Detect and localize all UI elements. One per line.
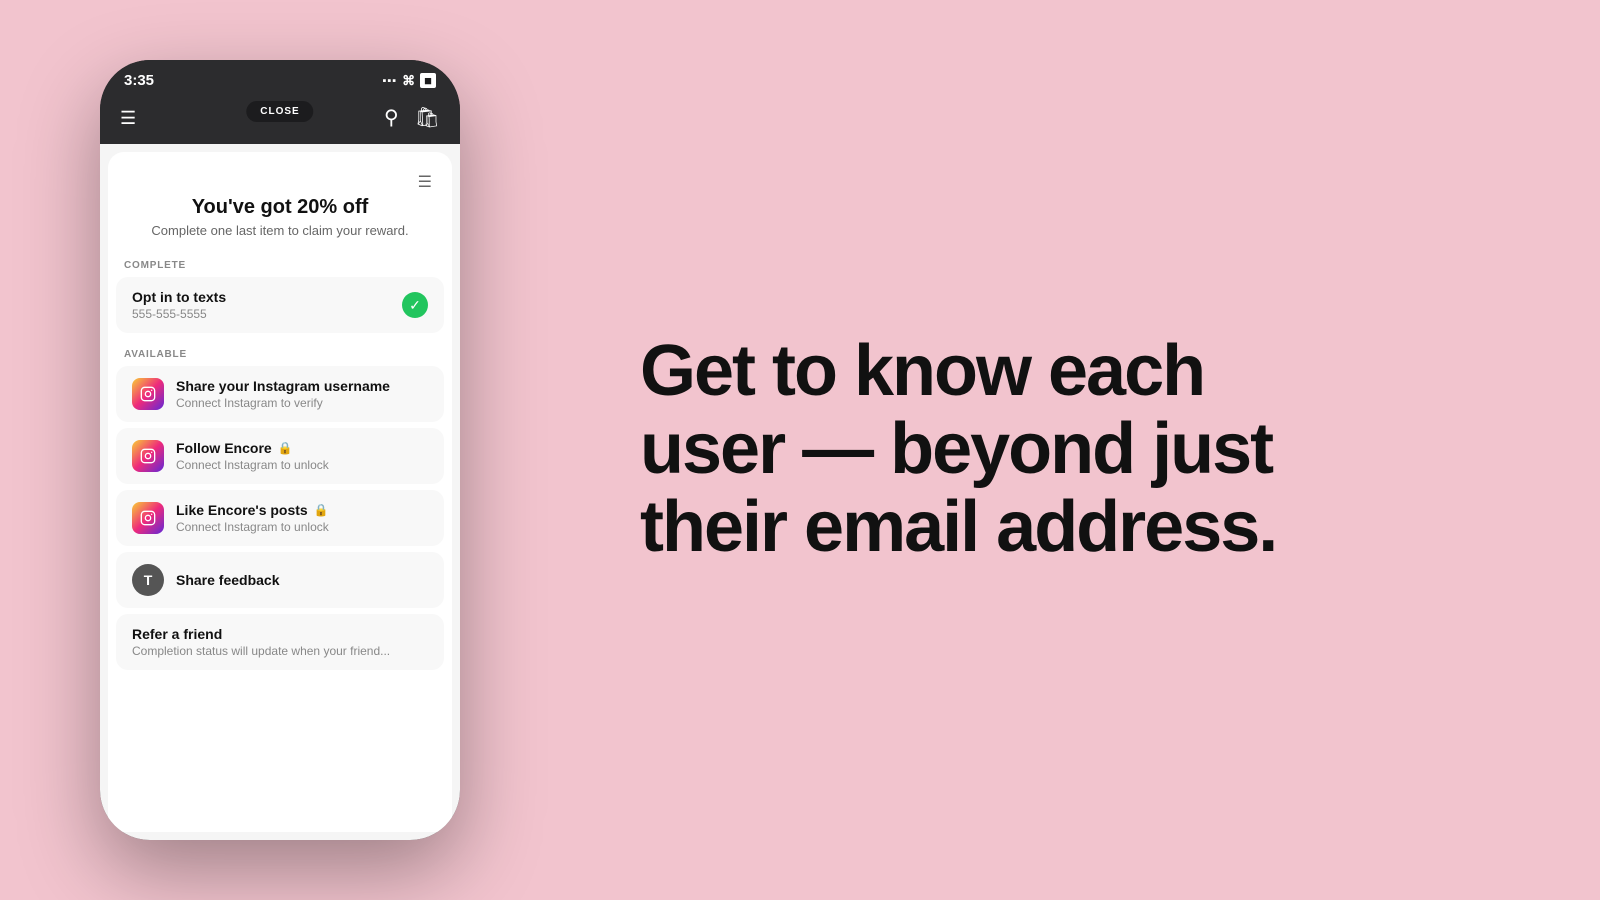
check-icon: ✓ (402, 292, 428, 318)
headline: Get to know each user — beyond just thei… (640, 333, 1276, 566)
task-title-5: Share feedback (176, 572, 428, 588)
task-subtitle-6: Completion status will update when your … (132, 644, 428, 658)
task-title: Opt in to texts (132, 289, 390, 305)
task-subtitle-3: Connect Instagram to unlock (176, 458, 428, 472)
task-refer-friend[interactable]: Refer a friend Completion status will up… (116, 614, 444, 670)
reward-header: ☰ You've got 20% off Complete one last i… (108, 152, 452, 250)
avatar-t-icon: T (132, 564, 164, 596)
content-inner: ☰ You've got 20% off Complete one last i… (108, 152, 452, 832)
task-title-6: Refer a friend (132, 626, 428, 642)
lock-icon-1: 🔒 (278, 441, 293, 455)
hamburger-icon[interactable]: ☰ (120, 109, 136, 127)
phone-frame: 3:35 ▪▪▪ ⌘ ■ ☰ CLOSE ⚲ 🛍 (100, 60, 460, 840)
task-subtitle: 555-555-5555 (132, 307, 390, 321)
task-subtitle-4: Connect Instagram to unlock (176, 520, 428, 534)
status-bar: 3:35 ▪▪▪ ⌘ ■ (100, 60, 460, 97)
phone-wrapper: 3:35 ▪▪▪ ⌘ ■ ☰ CLOSE ⚲ 🛍 (100, 60, 460, 840)
instagram-icon-1 (132, 378, 164, 410)
reward-subtitle: Complete one last item to claim your rew… (128, 223, 432, 238)
content-menu-icon[interactable]: ☰ (418, 172, 432, 192)
task-title-4: Like Encore's posts 🔒 (176, 502, 428, 518)
task-content-4: Like Encore's posts 🔒 Connect Instagram … (176, 502, 428, 534)
left-section: 3:35 ▪▪▪ ⌘ ■ ☰ CLOSE ⚲ 🛍 (0, 0, 560, 900)
headline-line1: Get to know each (640, 331, 1204, 411)
task-subtitle-2: Connect Instagram to verify (176, 396, 428, 410)
nav-bar: ☰ CLOSE ⚲ 🛍 (100, 97, 460, 144)
right-section: Get to know each user — beyond just thei… (560, 273, 1600, 626)
task-share-instagram[interactable]: Share your Instagram username Connect In… (116, 366, 444, 422)
headline-line2: user — beyond just (640, 409, 1272, 489)
task-content-3: Follow Encore 🔒 Connect Instagram to unl… (176, 440, 428, 472)
task-content-5: Share feedback (176, 572, 428, 588)
task-title-2: Share your Instagram username (176, 378, 428, 394)
status-icons: ▪▪▪ ⌘ ■ (382, 73, 436, 89)
task-content-6: Refer a friend Completion status will up… (132, 626, 428, 658)
task-title-3: Follow Encore 🔒 (176, 440, 428, 456)
battery-icon: ■ (420, 73, 436, 88)
bag-icon[interactable]: 🛍 (415, 105, 440, 130)
instagram-icon-2 (132, 440, 164, 472)
wifi-icon: ⌘ (402, 73, 415, 89)
task-like-posts[interactable]: Like Encore's posts 🔒 Connect Instagram … (116, 490, 444, 546)
close-button[interactable]: CLOSE (246, 101, 313, 122)
task-content: Opt in to texts 555-555-5555 (132, 289, 390, 321)
reward-title: You've got 20% off (128, 196, 432, 219)
complete-section-label: COMPLETE (108, 250, 452, 277)
task-opt-in-texts[interactable]: Opt in to texts 555-555-5555 ✓ (116, 277, 444, 333)
signal-icon: ▪▪▪ (382, 75, 397, 87)
phone-content: ☰ You've got 20% off Complete one last i… (100, 144, 460, 840)
headline-line3: their email address. (640, 487, 1276, 567)
available-section-label: AVAILABLE (108, 339, 452, 366)
nav-right-icons: ⚲ 🛍 (384, 105, 440, 130)
task-share-feedback[interactable]: T Share feedback (116, 552, 444, 608)
search-icon[interactable]: ⚲ (384, 105, 399, 130)
lock-icon-2: 🔒 (314, 503, 329, 517)
task-content-2: Share your Instagram username Connect In… (176, 378, 428, 410)
task-follow-encore[interactable]: Follow Encore 🔒 Connect Instagram to unl… (116, 428, 444, 484)
status-time: 3:35 (124, 72, 154, 89)
instagram-icon-3 (132, 502, 164, 534)
